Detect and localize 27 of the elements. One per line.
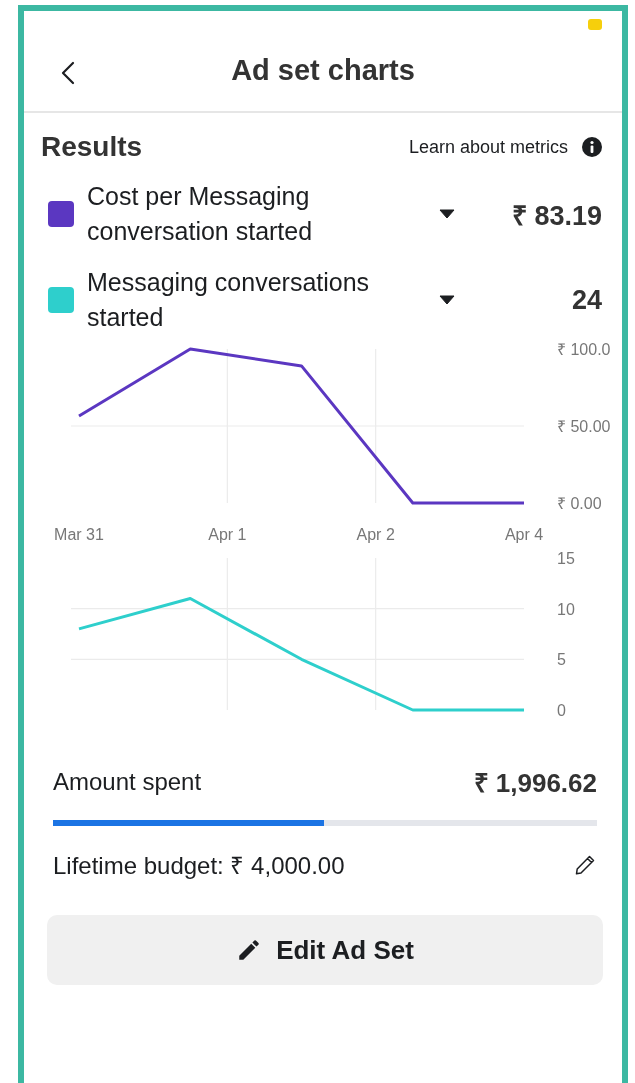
metric-value: 24 — [571, 284, 602, 316]
axis-label: Apr 2 — [356, 526, 395, 543]
learn-link[interactable]: Learn about metrics — [408, 136, 568, 158]
axis-label: 5 — [557, 651, 566, 669]
axis-label: Apr 4 — [504, 526, 544, 543]
status-indicator — [588, 19, 602, 30]
page-title: Ad set charts — [231, 53, 415, 87]
metric-name: Messaging conversations started — [87, 267, 371, 333]
edit-button[interactable]: Edit Ad Set — [47, 915, 603, 985]
axis-label: ₹ 100.0 — [557, 341, 611, 358]
axis-label: Apr 1 — [208, 526, 247, 543]
metric-name: Cost per Messaging conversation started — [87, 181, 314, 247]
amount-label: Amount spent — [53, 768, 202, 796]
back-icon[interactable] — [61, 61, 75, 85]
axis-label: Mar 31 — [54, 526, 104, 543]
lifetime-budget: Lifetime budget: ₹ 4,000.00 — [53, 851, 345, 881]
axis-label: 0 — [557, 702, 566, 719]
amount-value: ₹ 1,996.62 — [473, 767, 597, 800]
info-icon[interactable] — [582, 137, 602, 157]
axis-label: 10 — [557, 600, 575, 618]
caret-icon[interactable] — [439, 209, 455, 219]
axis-label: ₹ 0.00 — [557, 495, 602, 512]
caret-icon[interactable] — [439, 295, 455, 305]
axis-label: 15 — [557, 550, 575, 567]
section-title: Results — [41, 131, 144, 163]
axis-label: ₹ 50.00 — [557, 418, 611, 435]
metric-value: ₹ 83.19 — [511, 199, 602, 233]
